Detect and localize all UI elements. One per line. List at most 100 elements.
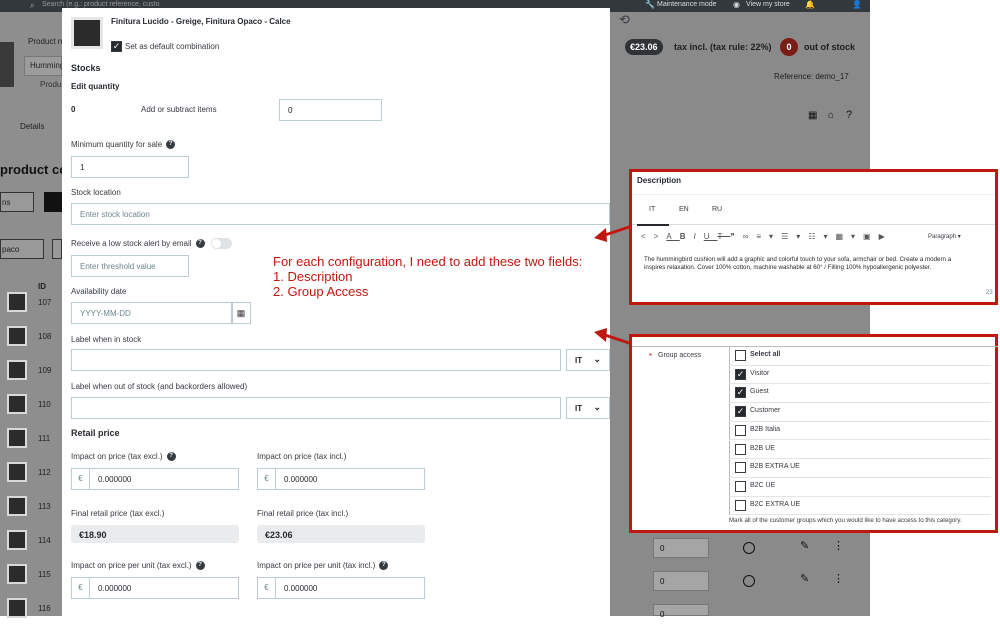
group-checkbox[interactable] <box>735 462 746 474</box>
group-label: Customer <box>750 407 781 415</box>
more-icon[interactable]: ⋮ <box>833 539 844 552</box>
default-radio[interactable] <box>743 575 755 587</box>
group-checkbox[interactable] <box>735 443 746 455</box>
tab-it[interactable]: IT <box>649 206 655 213</box>
quote-icon[interactable]: ❞ <box>730 232 742 241</box>
combination-row[interactable]: 116 <box>0 592 62 624</box>
row-quantity[interactable]: 0 <box>653 538 709 558</box>
arrow-line <box>601 224 633 238</box>
group-row[interactable]: B2B UE <box>729 440 991 460</box>
strikethrough-icon[interactable]: T <box>717 232 730 241</box>
row-quantity[interactable]: 0 <box>653 604 709 619</box>
combination-row[interactable]: 114 <box>0 524 62 556</box>
group-row[interactable]: ✓ Visitor <box>729 365 991 385</box>
italic-icon[interactable]: I <box>693 232 703 241</box>
paragraph-format-value: Paragraph <box>928 234 957 240</box>
min-quantity-input[interactable]: 1 <box>71 156 189 178</box>
combination-row[interactable]: 109 <box>0 354 62 386</box>
language-select[interactable]: IT ⌄ <box>566 397 610 419</box>
table-icon[interactable]: ▦▾ <box>835 232 863 241</box>
eye-icon: ◉ <box>733 0 740 9</box>
media-icon[interactable]: ▶ <box>879 232 893 241</box>
tab-ru[interactable]: RU <box>712 206 722 213</box>
details-tab[interactable]: Details <box>20 122 44 131</box>
group-row[interactable]: B2C EXTRA UE <box>729 496 991 516</box>
unit-incl-input[interactable]: €0.000000 <box>257 577 425 599</box>
group-checkbox[interactable]: ✓ <box>735 387 746 399</box>
help-icon[interactable]: ? <box>195 561 205 571</box>
bold-icon[interactable]: B <box>680 232 694 241</box>
shop-icon[interactable]: ⌂ <box>828 110 834 121</box>
stocks-heading: Stocks <box>71 63 101 73</box>
view-store-link[interactable]: View my store <box>746 1 790 8</box>
group-label: B2C UE <box>750 481 776 489</box>
unit-excl-input[interactable]: €0.000000 <box>71 577 239 599</box>
combination-row[interactable]: 111 <box>0 422 62 454</box>
group-row[interactable]: B2B EXTRA UE <box>729 459 991 478</box>
calendar-icon[interactable]: ▦ <box>231 302 251 324</box>
more-icon[interactable]: ⋮ <box>833 572 844 585</box>
row-id: 114 <box>38 536 51 545</box>
group-checkbox[interactable]: ✓ <box>735 406 746 418</box>
bell-icon[interactable]: 🔔 <box>805 0 815 9</box>
edit-icon[interactable]: ✎ <box>800 572 809 585</box>
group-checkbox[interactable] <box>735 480 746 492</box>
group-checkbox[interactable] <box>735 350 746 361</box>
underline-icon[interactable]: U <box>704 232 718 241</box>
combination-row[interactable]: 112 <box>0 456 62 488</box>
group-row[interactable]: ✓ Guest <box>729 384 991 404</box>
history-icon[interactable]: ⟲ <box>619 12 630 28</box>
tab-en[interactable]: EN <box>679 206 689 213</box>
default-combination-checkbox[interactable]: ✓ <box>111 41 122 52</box>
language-select[interactable]: IT ⌄ <box>566 349 610 371</box>
help-icon[interactable]: ? <box>195 239 205 249</box>
group-checkbox[interactable] <box>735 499 746 511</box>
group-label: Visitor <box>750 369 770 377</box>
paragraph-format-select[interactable]: Paragraph ▾ <box>928 233 961 240</box>
row-quantity[interactable]: 0 <box>653 571 709 591</box>
search-input[interactable]: Search (e.g.: product reference, custo <box>42 1 160 8</box>
description-text[interactable]: The hummingbird cushion will add a graph… <box>644 256 951 272</box>
link-icon[interactable]: ∞ <box>743 232 757 241</box>
impact-incl-input[interactable]: €0.000000 <box>257 468 425 490</box>
combination-row[interactable]: 113 <box>0 490 62 522</box>
low-stock-toggle[interactable] <box>211 238 232 249</box>
default-radio[interactable] <box>743 542 755 554</box>
min-quantity-label: Minimum quantity for sale? <box>71 140 176 150</box>
combination-row[interactable]: 107 <box>0 286 62 318</box>
label-out-stock-input[interactable] <box>71 397 561 419</box>
align-icon[interactable]: ≡▾ <box>756 232 781 241</box>
group-label: Guest <box>750 388 769 396</box>
code-icon[interactable]: <> <box>641 232 666 241</box>
impact-excl-input[interactable]: €0.000000 <box>71 468 239 490</box>
maintenance-link[interactable]: Maintenance mode <box>657 1 717 8</box>
quantity-delta-input[interactable]: 0 <box>279 99 382 121</box>
filter-dropdown-2[interactable] <box>52 239 62 259</box>
help-icon[interactable]: ? <box>166 140 176 150</box>
group-label: B2B EXTRA UE <box>750 463 800 471</box>
group-checkbox[interactable] <box>735 424 746 436</box>
combination-row[interactable]: 115 <box>0 558 62 590</box>
help-icon[interactable]: ? <box>846 109 852 121</box>
image-icon[interactable]: ▣ <box>863 232 879 241</box>
group-row[interactable]: Select all <box>729 347 991 366</box>
combination-row[interactable]: 110 <box>0 388 62 420</box>
threshold-input[interactable]: Enter threshold value <box>71 255 189 277</box>
chart-icon[interactable]: ▦ <box>808 110 817 121</box>
group-row[interactable]: B2B Italia <box>729 421 991 441</box>
group-row[interactable]: B2C UE <box>729 477 991 497</box>
stock-location-input[interactable]: Enter stock location <box>71 203 610 225</box>
group-row[interactable]: ✓ Customer <box>729 403 991 422</box>
edit-icon[interactable]: ✎ <box>800 539 809 552</box>
help-icon[interactable]: ? <box>166 452 176 462</box>
bullet-list-icon[interactable]: ☰▾ <box>781 232 808 241</box>
help-icon[interactable]: ? <box>379 561 389 571</box>
label-in-stock-input[interactable] <box>71 349 561 371</box>
combination-row[interactable]: 108 <box>0 320 62 352</box>
numbered-list-icon[interactable]: ☷▾ <box>808 232 835 241</box>
generate-button[interactable] <box>44 192 62 212</box>
availability-date-input[interactable]: YYYY-MM-DD <box>71 302 233 324</box>
group-checkbox[interactable]: ✓ <box>735 368 746 380</box>
text-color-icon[interactable]: A <box>666 232 679 241</box>
user-icon[interactable]: 👤 <box>852 0 862 9</box>
